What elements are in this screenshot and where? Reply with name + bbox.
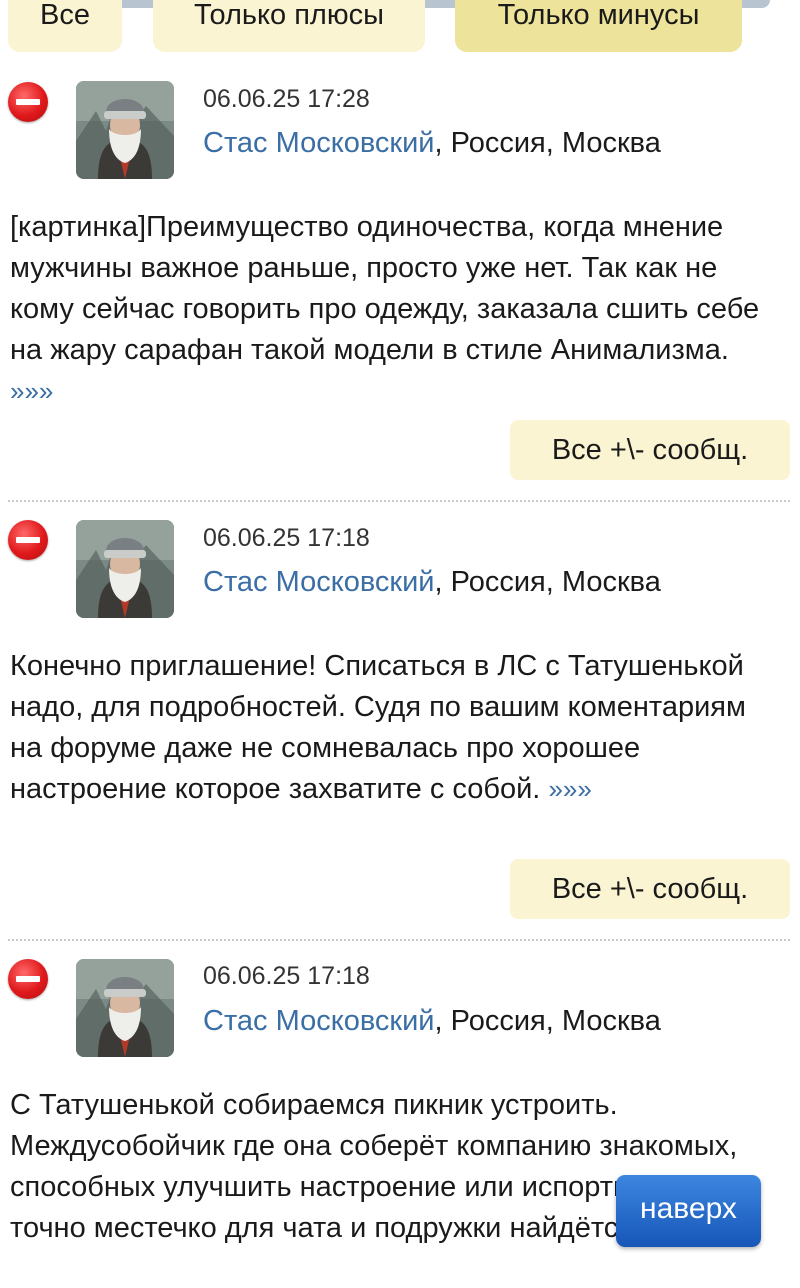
page: Все Только плюсы Только минусы 06.06.25 … bbox=[0, 0, 800, 1288]
post-timestamp: 06.06.25 17:18 bbox=[203, 962, 370, 990]
post-timestamp: 06.06.25 17:18 bbox=[203, 524, 370, 552]
scroll-to-top-button[interactable]: наверх bbox=[616, 1175, 761, 1247]
author-line: Стас Московский, Россия, Москва bbox=[203, 566, 661, 599]
filter-minus-label: Только минусы bbox=[497, 0, 700, 31]
author-line: Стас Московский, Россия, Москва bbox=[203, 1005, 661, 1038]
all-messages-button[interactable]: Все +\- сообщ. bbox=[510, 859, 790, 919]
author-location: , Россия, Москва bbox=[434, 1005, 661, 1037]
author-link[interactable]: Стас Московский bbox=[203, 1005, 435, 1037]
all-messages-button[interactable]: Все +\- сообщ. bbox=[510, 420, 790, 480]
author-line: Стас Московский, Россия, Москва bbox=[203, 127, 661, 160]
filter-plus-button[interactable]: Только плюсы bbox=[153, 0, 425, 52]
filter-all-label: Все bbox=[40, 0, 90, 31]
avatar[interactable] bbox=[76, 520, 174, 618]
filter-all-button[interactable]: Все bbox=[8, 0, 122, 52]
minus-icon bbox=[8, 82, 48, 122]
post-text: Конечно приглашение! Списаться в ЛС с Та… bbox=[10, 646, 780, 810]
author-link[interactable]: Стас Московский bbox=[203, 127, 435, 159]
author-location: , Россия, Москва bbox=[434, 127, 661, 159]
filter-bar: Все Только плюсы Только минусы bbox=[8, 0, 798, 52]
avatar[interactable] bbox=[76, 81, 174, 179]
filter-minus-button[interactable]: Только минусы bbox=[455, 0, 742, 52]
minus-icon bbox=[8, 959, 48, 999]
post-timestamp: 06.06.25 17:28 bbox=[203, 85, 370, 113]
avatar[interactable] bbox=[76, 959, 174, 1057]
post-text-body: [картинка]Преимущество одиночества, когд… bbox=[10, 211, 760, 366]
filter-plus-label: Только плюсы bbox=[194, 0, 384, 31]
read-more-link[interactable]: »»» bbox=[548, 774, 591, 804]
minus-icon bbox=[8, 520, 48, 560]
post-separator bbox=[8, 500, 790, 502]
post-text: [картинка]Преимущество одиночества, когд… bbox=[10, 207, 780, 412]
post-separator bbox=[8, 939, 790, 941]
read-more-link[interactable]: »»» bbox=[10, 376, 53, 406]
post-text-body: Конечно приглашение! Списаться в ЛС с Та… bbox=[10, 650, 746, 805]
author-link[interactable]: Стас Московский bbox=[203, 566, 435, 598]
author-location: , Россия, Москва bbox=[434, 566, 661, 598]
